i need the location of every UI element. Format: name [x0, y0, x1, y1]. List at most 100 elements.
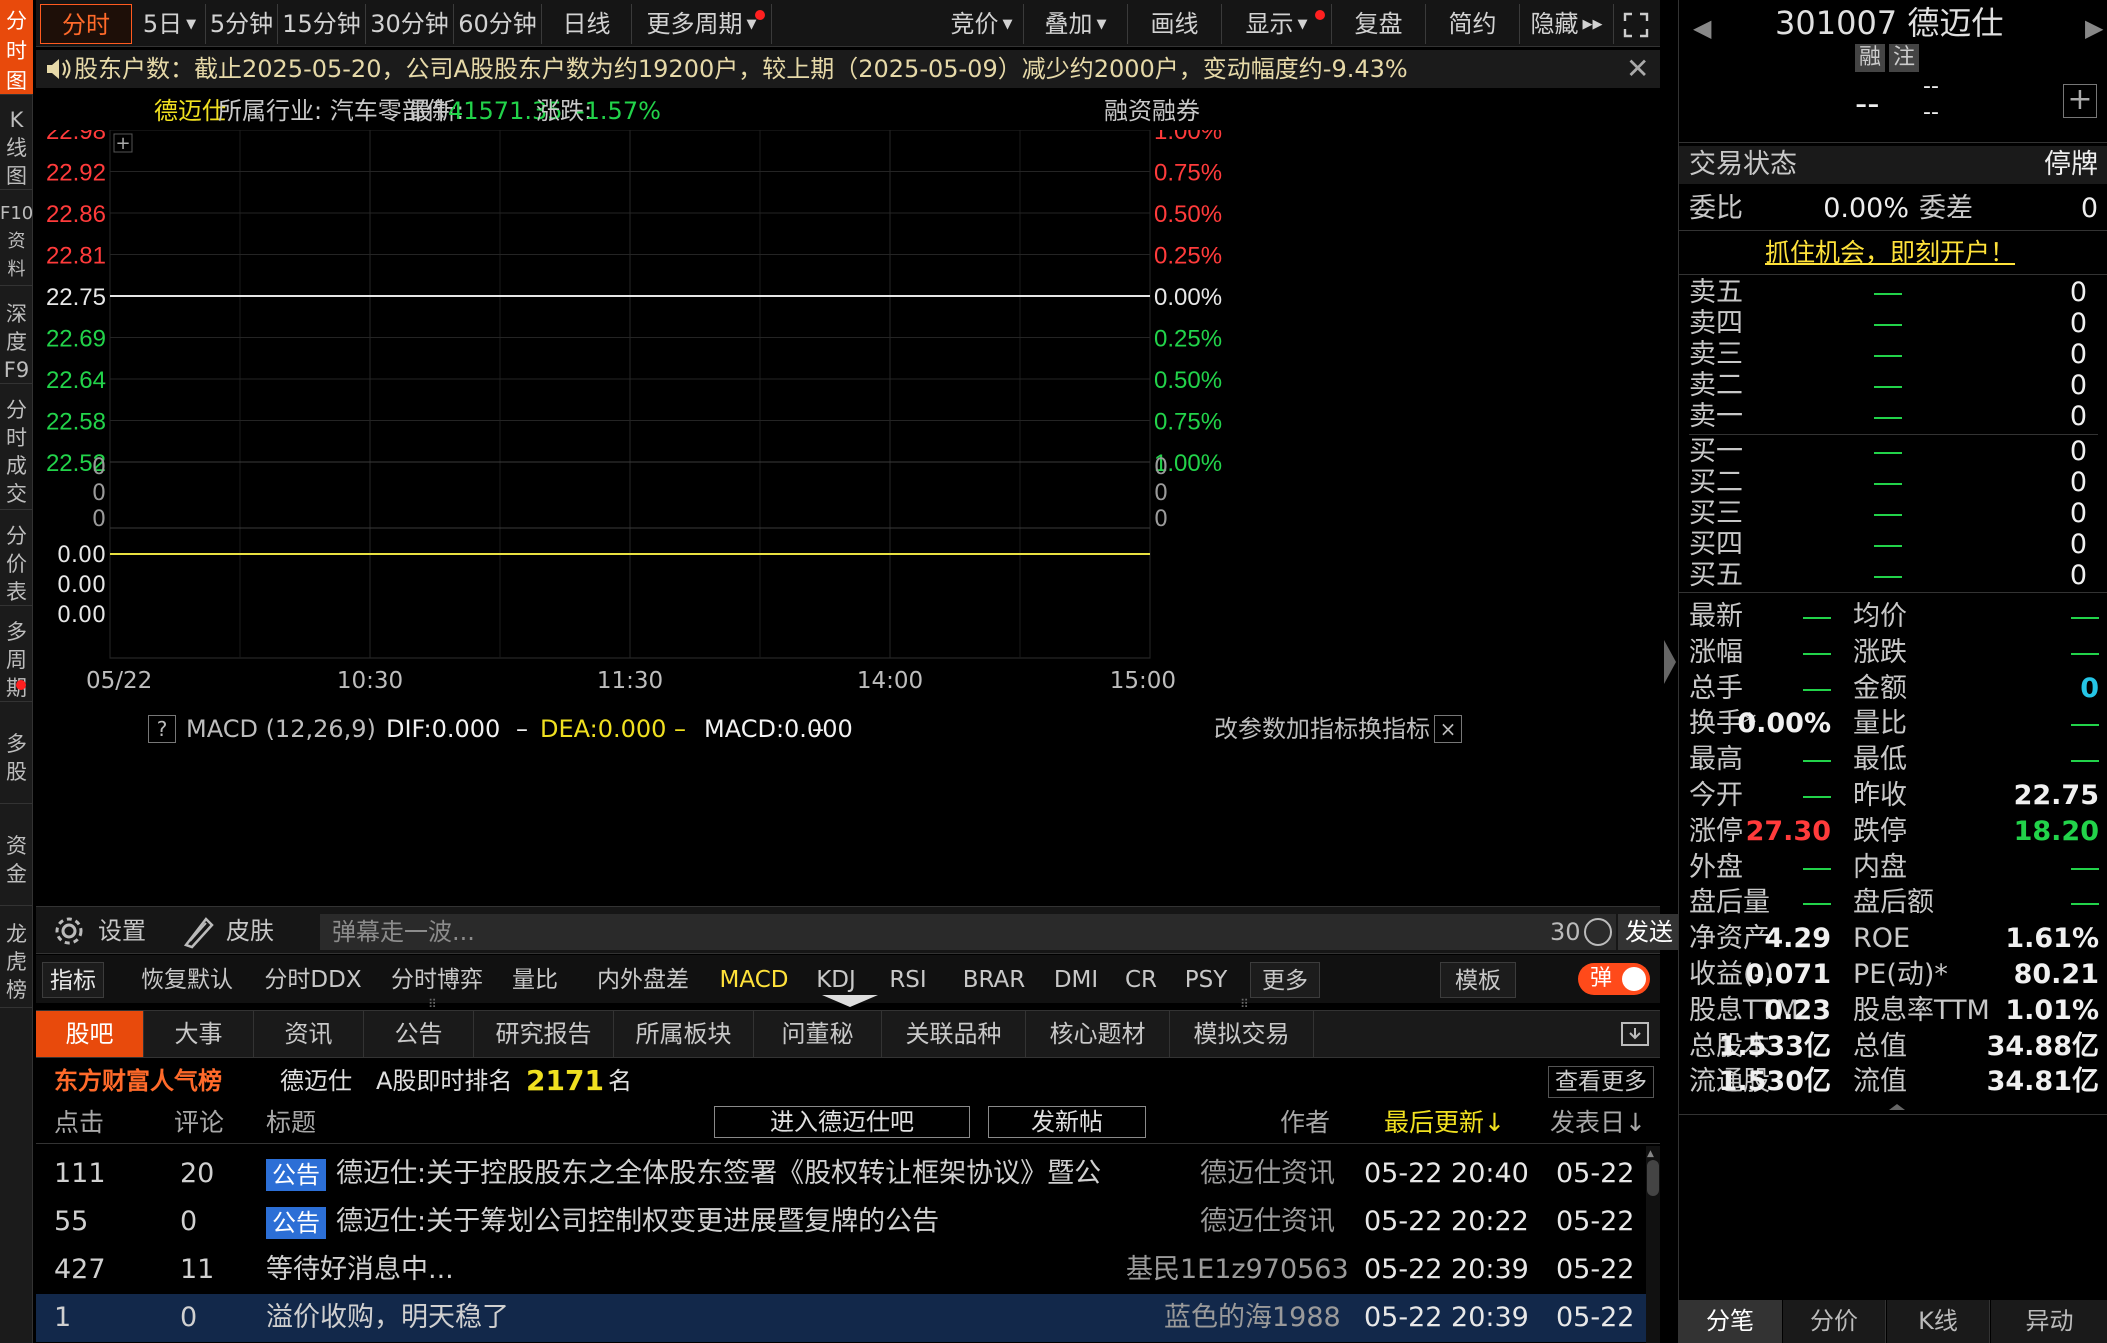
col-author[interactable]: 作者: [1280, 1102, 1330, 1144]
post-author[interactable]: 德迈仕资讯: [1200, 1198, 1335, 1246]
period-30min[interactable]: 30分钟: [366, 4, 454, 44]
indicator-game[interactable]: 分时博弈: [382, 962, 492, 998]
resize-grip[interactable]: ⠿: [428, 997, 437, 1011]
tab-core-themes[interactable]: 核心题材: [1026, 1011, 1170, 1057]
col-clicks[interactable]: 点击: [54, 1102, 104, 1144]
buy-level-5[interactable]: 买五 0: [1689, 561, 2099, 591]
period-15min[interactable]: 15分钟: [278, 4, 366, 44]
period-5day[interactable]: 5日 ▼: [134, 4, 206, 44]
view-more-button[interactable]: 查看更多: [1548, 1066, 1654, 1098]
danmu-input[interactable]: 弹幕走一波...: [320, 914, 1616, 950]
post-author[interactable]: 德迈仕资讯: [1200, 1150, 1335, 1198]
display-button[interactable]: 显示 ▼: [1222, 4, 1332, 44]
new-post-button[interactable]: 发新帖: [988, 1106, 1146, 1138]
indicator-rsi[interactable]: RSI: [878, 962, 938, 998]
indicator-kdj[interactable]: KDJ: [806, 962, 866, 998]
send-button[interactable]: 发送: [1618, 914, 1680, 950]
add-watchlist-icon[interactable]: +: [2063, 84, 2097, 118]
change-params-link[interactable]: 改参数: [1214, 710, 1286, 748]
reset-default[interactable]: 恢复默认: [132, 962, 242, 998]
auction-button[interactable]: 竞价 ▼: [940, 4, 1024, 44]
indicator-psy[interactable]: PSY: [1176, 962, 1236, 998]
template-button[interactable]: 模板: [1440, 962, 1516, 998]
period-intraday[interactable]: 分时: [40, 4, 132, 44]
nav-kline[interactable]: K 线 图: [0, 100, 33, 190]
skin-label[interactable]: 皮肤: [226, 907, 274, 955]
indicator-macd[interactable]: MACD: [712, 962, 796, 998]
tab-abnormal[interactable]: 异动: [1991, 1300, 2107, 1343]
post-row[interactable]: 55 0 公告 德迈仕:关于筹划公司控制权变更进展暨复牌的公告 德迈仕资讯 05-…: [36, 1198, 1646, 1246]
tab-kline[interactable]: K线: [1887, 1300, 1990, 1343]
tab-events[interactable]: 大事: [144, 1011, 254, 1057]
sell-level-3[interactable]: 卖三 0: [1689, 340, 2099, 370]
nav-f10[interactable]: F10 资 料: [0, 194, 33, 286]
tab-news[interactable]: 资讯: [254, 1011, 364, 1057]
margin-trading-link[interactable]: 融资融券: [1104, 92, 1200, 130]
tab-ask-secretary[interactable]: 问董秘: [754, 1011, 882, 1057]
nav-price-table[interactable]: 分 价 表: [0, 516, 33, 606]
sell-level-1[interactable]: 卖一 0: [1689, 402, 2099, 432]
nav-multi-stock[interactable]: 多 股: [0, 708, 33, 804]
period-daily[interactable]: 日线: [542, 4, 632, 44]
notice-text[interactable]: 股东户数：截止2025-05-20，公司A股股东户数为约19200户，较上期（2…: [74, 50, 1408, 88]
list-scrollbar[interactable]: ▲: [1646, 1146, 1660, 1343]
indicator-dmi[interactable]: DMI: [1046, 962, 1106, 998]
period-5min[interactable]: 5分钟: [206, 4, 278, 44]
enter-bar-button[interactable]: 进入德迈仕吧: [714, 1106, 970, 1138]
open-account-link[interactable]: 抓住机会，即刻开户！: [1765, 236, 2015, 270]
sell-level-2[interactable]: 卖二 0: [1689, 371, 2099, 401]
post-row-selected[interactable]: 1 0 溢价收购，明天稳了 蓝色的海1988 05-22 20:39 05-22: [36, 1294, 1646, 1342]
close-icon[interactable]: ✕: [1626, 50, 1649, 88]
post-row[interactable]: 427 11 等待好消息中... 基民1E1z970563 05-22 20:3…: [36, 1246, 1646, 1294]
col-comments[interactable]: 评论: [174, 1102, 224, 1144]
indicator-label[interactable]: 指标: [42, 962, 104, 998]
nav-depth-f9[interactable]: 深 度 F9: [0, 292, 33, 384]
tab-ticks[interactable]: 分笔: [1679, 1300, 1782, 1343]
emoji-icon[interactable]: [1584, 918, 1612, 946]
tab-price-dist[interactable]: 分价: [1783, 1300, 1886, 1343]
next-stock-icon[interactable]: ▶: [2085, 14, 2103, 42]
indicator-inout-diff[interactable]: 内外盘差: [584, 962, 702, 998]
period-more[interactable]: 更多周期 ▼: [632, 4, 772, 44]
post-row[interactable]: 111 20 公告 德迈仕:关于控股股东之全体股东签署《股权转让框架协议》暨公 德…: [36, 1150, 1646, 1198]
post-title[interactable]: 等待好消息中...: [266, 1246, 1166, 1294]
nav-tick-trades[interactable]: 分 时 成 交: [0, 390, 33, 510]
prev-stock-icon[interactable]: ◀: [1693, 14, 1711, 42]
post-title[interactable]: 公告 德迈仕:关于筹划公司控制权变更进展暨复牌的公告: [266, 1198, 1166, 1246]
period-60min[interactable]: 60分钟: [454, 4, 542, 44]
buy-level-3[interactable]: 买三 0: [1689, 499, 2099, 529]
col-latest-update[interactable]: 最后更新↓: [1384, 1102, 1505, 1144]
buy-level-2[interactable]: 买二 0: [1689, 468, 2099, 498]
draw-line-button[interactable]: 画线: [1128, 4, 1222, 44]
intraday-chart[interactable]: 22.98 1.00% 22.92 0.75% 22.86 0.50% 22.81 0.25%…: [36, 130, 1660, 906]
help-icon[interactable]: ?: [148, 715, 176, 743]
post-author[interactable]: 蓝色的海1988: [1164, 1294, 1341, 1342]
nav-funds[interactable]: 资 金: [0, 810, 33, 906]
tab-guba[interactable]: 股吧: [36, 1011, 144, 1057]
nav-dragon-tiger[interactable]: 龙 虎 榜: [0, 912, 33, 1008]
sell-level-4[interactable]: 卖四 0: [1689, 309, 2099, 339]
tab-sectors[interactable]: 所属板块: [614, 1011, 754, 1057]
nav-intraday[interactable]: 分 时 图: [0, 0, 33, 95]
indicator-volume-ratio[interactable]: 量比: [500, 962, 570, 998]
post-title[interactable]: 溢价收购，明天稳了: [266, 1294, 1166, 1342]
window-dock-icon[interactable]: [1620, 1019, 1650, 1053]
add-indicator-link[interactable]: 加指标: [1286, 710, 1358, 748]
tab-related[interactable]: 关联品种: [882, 1011, 1026, 1057]
tab-research[interactable]: 研究报告: [474, 1011, 614, 1057]
buy-level-4[interactable]: 买四 0: [1689, 530, 2099, 560]
close-icon[interactable]: ×: [1434, 715, 1462, 743]
macd-name[interactable]: MACD (12,26,9): [186, 710, 376, 748]
collapse-stats-icon[interactable]: [1889, 1104, 1905, 1110]
col-post-date[interactable]: 发表日↓: [1550, 1102, 1646, 1144]
settings-label[interactable]: 设置: [98, 907, 146, 955]
overlay-button[interactable]: 叠加 ▼: [1024, 4, 1128, 44]
scroll-up-icon[interactable]: ▲: [1647, 1150, 1659, 1159]
tab-announcements[interactable]: 公告: [364, 1011, 474, 1057]
buy-level-1[interactable]: 买一 0: [1689, 437, 2099, 467]
post-author[interactable]: 基民1E1z970563: [1126, 1246, 1349, 1294]
sell-level-5[interactable]: 卖五 0: [1689, 278, 2099, 308]
switch-indicator-link[interactable]: 换指标: [1358, 710, 1430, 748]
indicator-ddx[interactable]: 分时DDX: [258, 962, 368, 998]
expand-panel-arrow-icon[interactable]: [1664, 640, 1676, 684]
